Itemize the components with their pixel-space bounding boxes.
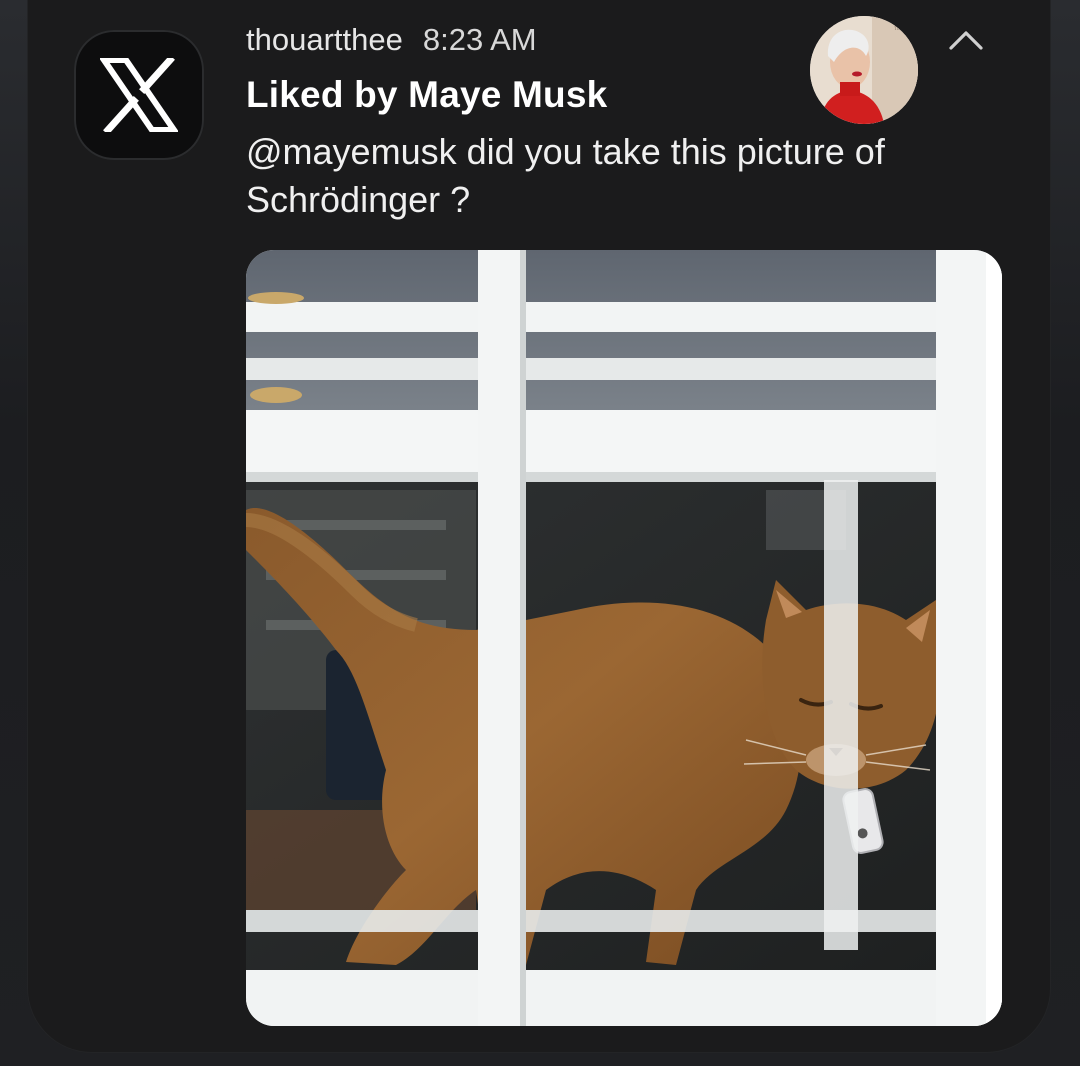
avatar-image: The xyxy=(810,16,918,124)
x-app-icon xyxy=(74,30,204,160)
cat-in-window-image xyxy=(246,250,1002,1026)
notification-meta: thouartthee 8:23 AM xyxy=(246,18,537,62)
username: thouartthee xyxy=(246,22,403,57)
collapse-button[interactable] xyxy=(938,18,994,62)
attached-photo[interactable] xyxy=(246,250,1002,1026)
x-logo-icon xyxy=(100,58,178,132)
avatar: The xyxy=(810,16,918,124)
chevron-up-icon xyxy=(949,31,983,50)
notification-title: Liked by Maye Musk xyxy=(246,74,608,115)
notification-body: @mayemusk did you take this picture of S… xyxy=(246,131,885,220)
timestamp: 8:23 AM xyxy=(422,22,537,57)
